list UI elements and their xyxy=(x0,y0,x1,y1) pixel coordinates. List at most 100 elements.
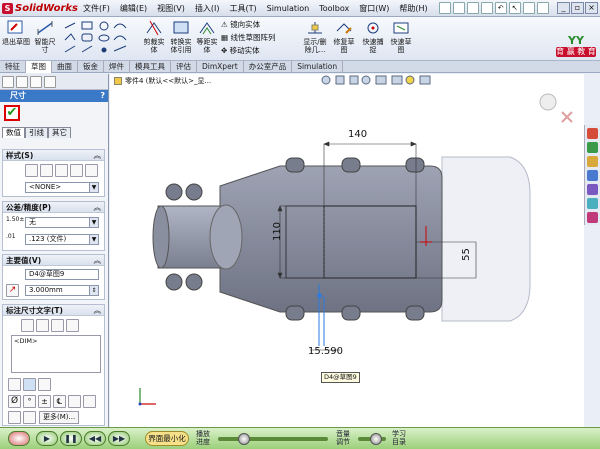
align-center-icon[interactable] xyxy=(23,378,36,391)
subtab-value[interactable]: 数值 xyxy=(2,127,25,138)
display-delete-relations-button[interactable]: 显示/删除几... xyxy=(300,19,330,54)
rebuild-icon[interactable] xyxy=(522,2,535,14)
centerline-icon[interactable]: ℄ xyxy=(53,395,66,408)
style-group-header[interactable]: 样式(S) ︽ xyxy=(3,150,104,161)
depth-icon[interactable] xyxy=(8,411,21,424)
tab-weldments[interactable]: 焊件 xyxy=(104,61,130,73)
dimension-text-header[interactable]: 标注尺寸文字(T) ︽ xyxy=(3,305,104,316)
dimxpert-icon[interactable] xyxy=(44,76,56,88)
tab-surfaces[interactable]: 曲面 xyxy=(52,61,78,73)
design-library-icon[interactable] xyxy=(587,142,598,153)
menu-window[interactable]: 窗口(W) xyxy=(354,0,394,17)
sketch-tools-icon[interactable] xyxy=(62,20,138,58)
plus-minus-icon[interactable]: ± xyxy=(38,395,51,408)
open-file-icon[interactable] xyxy=(452,2,465,14)
appearances-icon[interactable] xyxy=(587,198,598,209)
new-file-icon[interactable] xyxy=(438,2,451,14)
style-delete-icon[interactable] xyxy=(55,164,68,177)
smart-dimension-button[interactable]: 智能尺寸 xyxy=(32,19,58,54)
rewind-button[interactable]: ◀◀ xyxy=(84,431,106,446)
undo-icon[interactable]: ↶ xyxy=(494,2,507,14)
minimize-window-icon[interactable]: _ xyxy=(557,2,570,14)
style-add-icon[interactable] xyxy=(40,164,53,177)
diameter-symbol-icon[interactable]: Ø xyxy=(8,395,21,408)
style-select[interactable]: <NONE> ▼ xyxy=(25,182,99,193)
pause-button[interactable]: ❚❚ xyxy=(60,431,82,446)
options-icon[interactable] xyxy=(536,2,549,14)
feature-tree-icon[interactable] xyxy=(2,76,14,88)
subtab-other[interactable]: 其它 xyxy=(48,127,71,138)
configuration-icon[interactable] xyxy=(30,76,42,88)
dimension-name-field[interactable]: D4@草图9 xyxy=(25,269,99,280)
tab-office-products[interactable]: 办公室产品 xyxy=(244,61,293,73)
dimension-15-590[interactable]: 15.590 xyxy=(308,346,343,357)
align-right-icon[interactable] xyxy=(38,378,51,391)
linear-pattern-button[interactable]: ▦ 线性草图阵列 xyxy=(221,33,275,43)
dimension-value-field[interactable]: 3.000mm ⇕ xyxy=(25,285,99,296)
tab-evaluate[interactable]: 评估 xyxy=(171,61,197,73)
tab-sketch[interactable]: 草图 xyxy=(26,61,52,73)
repair-sketch-button[interactable]: 修复草图 xyxy=(331,19,357,54)
more-symbols-button[interactable]: 更多(M)... xyxy=(39,411,80,424)
tab-mold-tools[interactable]: 模具工具 xyxy=(130,61,171,73)
tab-features[interactable]: 特征 xyxy=(0,61,26,73)
volume-knob[interactable] xyxy=(370,433,382,445)
reverse-direction-icon[interactable]: ↗ xyxy=(6,284,19,297)
tab-simulation[interactable]: Simulation xyxy=(292,61,344,73)
align-left-icon[interactable] xyxy=(8,378,21,391)
custom-properties-icon[interactable] xyxy=(587,212,598,223)
text-center-icon[interactable] xyxy=(36,319,49,332)
menu-simulation[interactable]: Simulation xyxy=(262,0,315,17)
menu-view[interactable]: 视图(V) xyxy=(152,0,190,17)
menu-help[interactable]: 帮助(H) xyxy=(394,0,432,17)
restore-window-icon[interactable]: ▫ xyxy=(571,2,584,14)
file-explorer-icon[interactable] xyxy=(587,156,598,167)
print-icon[interactable] xyxy=(480,2,493,14)
property-manager-icon[interactable] xyxy=(16,76,28,88)
study-list-label[interactable]: 学习目录 xyxy=(392,430,410,446)
resources-icon[interactable] xyxy=(587,128,598,139)
tab-sheet-metal[interactable]: 钣金 xyxy=(78,61,104,73)
tab-dimxpert[interactable]: DimXpert xyxy=(197,61,244,73)
save-icon[interactable] xyxy=(466,2,479,14)
tolerance-type-select[interactable]: 无 ▼ xyxy=(25,217,99,228)
primary-value-header[interactable]: 主要值(V) ︽ xyxy=(3,255,104,266)
text-inspection-icon[interactable] xyxy=(51,319,64,332)
ok-check-button[interactable]: ✔ xyxy=(4,105,20,121)
exit-sketch-button[interactable]: 退出草图 xyxy=(2,19,30,46)
text-offset-icon[interactable] xyxy=(66,319,79,332)
menu-insert[interactable]: 插入(I) xyxy=(190,0,225,17)
offset-entities-button[interactable]: 等距实体 xyxy=(195,19,219,54)
graphics-area[interactable]: 零件4 (默认<<默认>_显... 140 110 55 15.590 D4@草… xyxy=(110,74,584,427)
menu-tools[interactable]: 工具(T) xyxy=(224,0,261,17)
mirror-entities-button[interactable]: ⚠ 镜向实体 xyxy=(221,20,260,30)
text-add-paren-icon[interactable] xyxy=(21,319,34,332)
quick-snap-button[interactable]: 快速捕捉 xyxy=(360,19,386,54)
rapid-sketch-button[interactable]: 快速草图 xyxy=(388,19,414,54)
subtab-leaders[interactable]: 引线 xyxy=(25,127,48,138)
play-button[interactable]: ▶ xyxy=(36,431,58,446)
trim-button[interactable]: 剪裁实体 xyxy=(141,19,167,54)
countersink-icon[interactable] xyxy=(68,395,81,408)
square-icon[interactable] xyxy=(23,411,36,424)
menu-edit[interactable]: 编辑(E) xyxy=(115,0,152,17)
dimension-110[interactable]: 110 xyxy=(272,222,283,241)
precision-select[interactable]: .123 (文件) ▼ xyxy=(25,234,99,245)
help-icon[interactable]: ? xyxy=(100,90,105,102)
style-favorite-icon[interactable] xyxy=(25,164,38,177)
style-save-icon[interactable] xyxy=(70,164,83,177)
degree-symbol-icon[interactable]: ° xyxy=(23,395,36,408)
fast-forward-button[interactable]: ▶▶ xyxy=(108,431,130,446)
dimension-text-box[interactable]: <DIM> xyxy=(11,335,101,373)
select-icon[interactable]: ↖ xyxy=(508,2,521,14)
dimension-140[interactable]: 140 xyxy=(348,129,367,140)
menu-file[interactable]: 文件(F) xyxy=(78,0,115,17)
style-load-icon[interactable] xyxy=(85,164,98,177)
menu-toolbox[interactable]: Toolbox xyxy=(314,0,354,17)
search-icon[interactable] xyxy=(587,170,598,181)
close-window-icon[interactable]: × xyxy=(585,2,598,14)
tolerance-group-header[interactable]: 公差/精度(P) ︽ xyxy=(3,202,104,213)
progress-slider[interactable] xyxy=(218,437,328,441)
move-entities-button[interactable]: ✥ 移动实体 xyxy=(221,46,260,56)
counterbore-icon[interactable] xyxy=(83,395,96,408)
